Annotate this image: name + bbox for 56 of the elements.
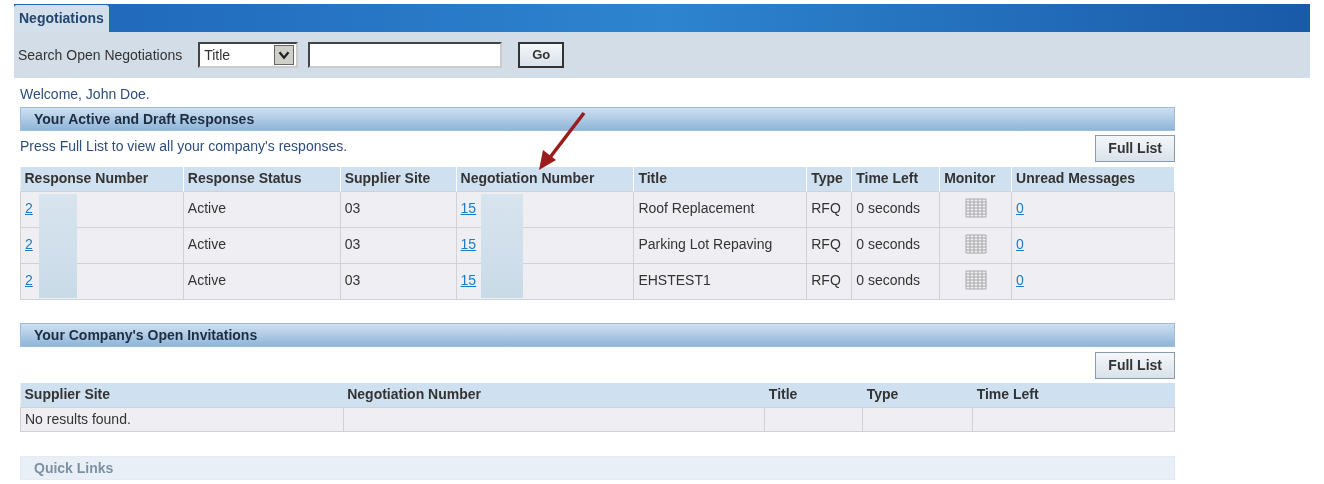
empty-message: No results found. — [20, 407, 344, 432]
table-cell: Parking Lot Repaving — [633, 227, 807, 263]
section-header: Your Company's Open Invitations — [20, 322, 1175, 347]
hint-text: Press Full List to view all your company's responses. — [20, 137, 348, 156]
grid-icon[interactable] — [964, 233, 987, 254]
section-header: Your Active and Draft Responses — [20, 107, 1175, 131]
table-cell: EHSTEST1 — [633, 263, 807, 299]
table-cell: 03 — [340, 227, 457, 263]
column-header: Time Left — [972, 382, 1175, 408]
negotiation-number-link[interactable]: 15 — [460, 235, 477, 252]
table-cell: Roof Replacement — [633, 191, 807, 227]
response-number-link[interactable]: 2 — [25, 235, 33, 252]
response-number-link[interactable]: 2 — [25, 271, 33, 288]
unread-messages-link[interactable]: 0 — [1016, 199, 1024, 216]
table-cell: RFQ — [806, 263, 852, 299]
table-cell: 0 seconds — [851, 191, 940, 227]
column-header: Time Left — [851, 167, 940, 191]
search-field[interactable] — [308, 42, 503, 68]
table-cell: 0 seconds — [851, 227, 940, 263]
unread-messages-link[interactable]: 0 — [1016, 235, 1024, 252]
table-cell: Active — [183, 263, 341, 299]
column-header: Type — [806, 167, 852, 191]
grid-icon[interactable] — [964, 269, 987, 290]
column-header: Title — [764, 382, 863, 408]
column-header: Supplier Site — [20, 382, 344, 408]
unread-messages-link[interactable]: 0 — [1016, 271, 1024, 288]
column-header: Unread Messages — [1011, 167, 1175, 191]
response-number-link[interactable]: 2 — [25, 199, 33, 216]
table-cell: 03 — [340, 191, 457, 227]
welcome-text: Welcome, John Doe. — [20, 85, 151, 104]
caret-icon — [274, 45, 295, 65]
table-cell: RFQ — [806, 191, 852, 227]
table-cell: 03 — [340, 263, 457, 299]
table-cell: Active — [183, 191, 341, 227]
table-cell: RFQ — [806, 227, 852, 263]
column-header: Negotiation Number — [343, 382, 765, 408]
column-header: Monitor — [939, 167, 1012, 191]
full-list-button[interactable]: Full List — [1095, 135, 1175, 162]
negotiation-number-link[interactable]: 15 — [460, 199, 477, 216]
go-button[interactable]: Go — [518, 42, 565, 68]
dropdown-value: Title — [203, 45, 232, 65]
column-header: Title — [633, 167, 807, 191]
search-label: Search Open Negotiations — [18, 45, 183, 65]
search-type-dropdown[interactable]: Title — [198, 42, 299, 68]
column-header: Type — [862, 382, 973, 408]
column-header: Supplier Site — [340, 167, 457, 191]
column-header: Response Status — [183, 167, 341, 191]
full-list-button[interactable]: Full List — [1095, 351, 1175, 379]
negotiation-number-link[interactable]: 15 — [460, 271, 477, 288]
column-header: Response Number — [20, 167, 184, 191]
arrow-annotation — [536, 110, 588, 172]
table-cell: 0 seconds — [851, 263, 940, 299]
section-header: Quick Links — [20, 456, 1175, 480]
table-cell: Active — [183, 227, 341, 263]
tab[interactable]: Negotiations — [14, 5, 109, 32]
grid-icon[interactable] — [964, 197, 987, 218]
